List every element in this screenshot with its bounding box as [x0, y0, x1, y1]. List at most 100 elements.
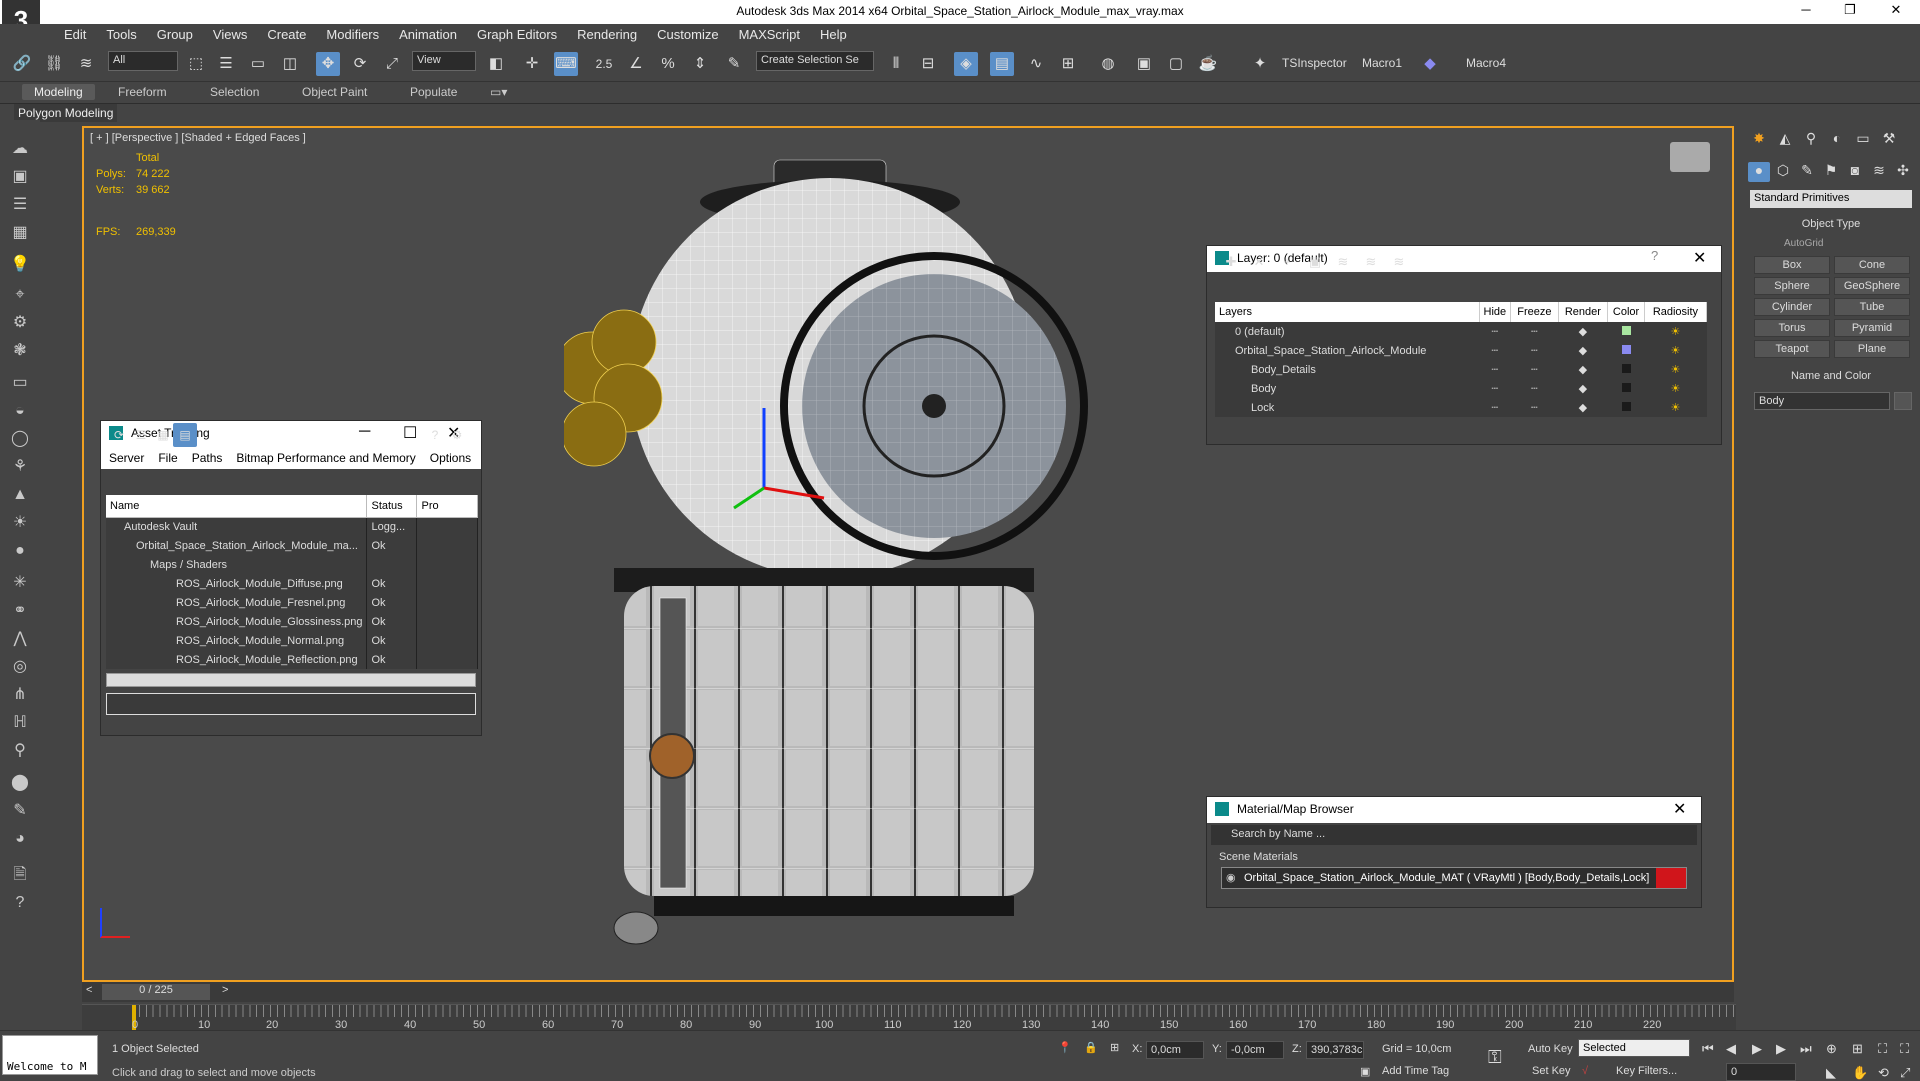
- thumbnail-icon[interactable]: ▦: [151, 423, 175, 447]
- time-slider-thumb[interactable]: 0 / 225: [102, 984, 210, 1000]
- lock-icon[interactable]: 🔒: [1084, 1041, 1098, 1054]
- lamp-icon[interactable]: ⚘: [8, 456, 32, 478]
- material-editor-icon[interactable]: ◍: [1096, 52, 1120, 76]
- light-icon[interactable]: 💡: [8, 254, 32, 276]
- cloth-icon[interactable]: ⚲: [8, 740, 32, 762]
- delete-layer-icon[interactable]: ✕: [1247, 250, 1271, 274]
- table-row[interactable]: ROS_Airlock_Module_Glossiness.png Ok: [106, 612, 478, 631]
- tripod-icon[interactable]: ⋀: [8, 628, 32, 650]
- help-button[interactable]: ?: [1651, 248, 1658, 263]
- table-row[interactable]: ROS_Airlock_Module_Reflection.png Ok: [106, 650, 478, 669]
- torus-prim-icon[interactable]: ◯: [8, 428, 32, 450]
- settings-icon[interactable]: ⚙: [445, 423, 469, 447]
- restore-button[interactable]: ❐: [1830, 2, 1870, 18]
- zoom-icon[interactable]: ⊕: [1826, 1041, 1837, 1057]
- cone-button[interactable]: Cone: [1834, 256, 1910, 274]
- cone-icon[interactable]: ▲: [8, 484, 32, 506]
- tab-modeling[interactable]: Modeling: [22, 84, 95, 100]
- absolute-mode-icon[interactable]: ⊞: [1110, 1041, 1119, 1054]
- menu-graph-editors[interactable]: Graph Editors: [467, 24, 567, 46]
- helpers-icon[interactable]: ◙: [1844, 162, 1866, 182]
- macro1-button[interactable]: Macro1: [1362, 56, 1402, 70]
- render-icon[interactable]: ▣: [8, 166, 32, 188]
- menu-modifiers[interactable]: Modifiers: [316, 24, 389, 46]
- set-key-button[interactable]: Set Key: [1532, 1065, 1571, 1077]
- maximize-icon[interactable]: ☐: [403, 423, 417, 443]
- pan-icon[interactable]: ✋: [1852, 1065, 1868, 1081]
- column-name[interactable]: Name: [106, 495, 368, 518]
- align-icon[interactable]: ⊟: [916, 52, 940, 76]
- table-row[interactable]: Maps / Shaders: [106, 555, 478, 574]
- viewcube-icon[interactable]: [1670, 142, 1710, 172]
- close-icon[interactable]: ✕: [1693, 248, 1706, 268]
- menu-animation[interactable]: Animation: [389, 24, 467, 46]
- layer-color-swatch[interactable]: [1621, 344, 1631, 354]
- object-type-header[interactable]: Object Type: [1750, 218, 1912, 230]
- airlock-module-model[interactable]: [564, 148, 1184, 958]
- table-row[interactable]: ROS_Airlock_Module_Diffuse.png Ok: [106, 574, 478, 593]
- menu-customize[interactable]: Customize: [647, 24, 728, 46]
- document-icon[interactable]: 🗎: [8, 864, 32, 886]
- highlight-icon[interactable]: ≋: [1331, 250, 1355, 274]
- close-icon[interactable]: ✕: [1673, 799, 1686, 819]
- goto-start-icon[interactable]: ⏮: [1702, 1041, 1714, 1057]
- current-frame-field[interactable]: 0: [1726, 1063, 1796, 1081]
- column-hide[interactable]: Hide: [1479, 302, 1512, 322]
- time-tag-icon[interactable]: ▣: [1360, 1065, 1370, 1078]
- torus-button[interactable]: Torus: [1754, 319, 1830, 337]
- tab-freeform[interactable]: Freeform: [118, 85, 167, 99]
- menu-create[interactable]: Create: [257, 24, 316, 46]
- box-prim-icon[interactable]: ▭: [8, 372, 32, 394]
- rect-selection-icon[interactable]: ▭: [246, 52, 270, 76]
- column-color[interactable]: Color: [1607, 302, 1645, 322]
- menu-options[interactable]: Options: [430, 451, 471, 465]
- keyboard-shortcut-icon[interactable]: ⌨: [554, 52, 578, 76]
- pivot-center-icon[interactable]: ◧: [484, 52, 508, 76]
- sphere-button[interactable]: Sphere: [1754, 277, 1830, 295]
- y-coordinate-field[interactable]: -0,0cm: [1226, 1041, 1284, 1059]
- teapot-button[interactable]: Teapot: [1754, 340, 1830, 358]
- freeze-all-icon[interactable]: ≋: [1387, 250, 1411, 274]
- select-objects-icon[interactable]: ▣: [1303, 250, 1327, 274]
- render-setup-icon[interactable]: ▣: [1132, 52, 1156, 76]
- rendered-frame-icon[interactable]: ▢: [1164, 52, 1188, 76]
- selection-filter-select[interactable]: All: [108, 51, 178, 71]
- layer-row[interactable]: Lock ┄ ┄ ◆ ☀: [1215, 398, 1707, 417]
- hierarchy-tab-icon[interactable]: ⚲: [1800, 130, 1822, 150]
- schematic-view-icon[interactable]: ⊞: [1056, 52, 1080, 76]
- layer-manager-icon[interactable]: ◈: [954, 52, 978, 76]
- menu-bitmap-performance[interactable]: Bitmap Performance and Memory: [236, 451, 415, 465]
- mirror-icon[interactable]: ⫴: [884, 52, 908, 76]
- shapes-icon[interactable]: ⬡: [1772, 162, 1794, 182]
- layer-row[interactable]: Body ┄ ┄ ◆ ☀: [1215, 379, 1707, 398]
- ball-icon[interactable]: ⬤: [8, 772, 32, 794]
- spacewarps-icon[interactable]: ≋: [1868, 162, 1890, 182]
- menu-tools[interactable]: Tools: [96, 24, 146, 46]
- snow-icon[interactable]: ✳: [8, 572, 32, 594]
- rotate-icon[interactable]: ⟳: [348, 52, 372, 76]
- help-icon[interactable]: ?: [423, 423, 447, 447]
- layer-color-swatch[interactable]: [1621, 382, 1631, 392]
- layer-color-swatch[interactable]: [1621, 325, 1631, 335]
- orbit-icon[interactable]: ⟲: [1878, 1065, 1889, 1081]
- column-status[interactable]: Status: [366, 495, 418, 518]
- tsinspector-macro[interactable]: TSInspector: [1282, 56, 1347, 70]
- fov-icon[interactable]: ◣: [1826, 1065, 1836, 1081]
- molecule-icon[interactable]: ⚭: [8, 600, 32, 622]
- paint-icon[interactable]: ◕: [8, 828, 32, 850]
- teapot-icon[interactable]: ☁: [8, 138, 32, 160]
- key-tangent-icon[interactable]: √: [1582, 1065, 1588, 1077]
- menu-file[interactable]: File: [158, 451, 177, 465]
- select-object-icon[interactable]: ⬚: [184, 52, 208, 76]
- helper-icon[interactable]: ⚙: [8, 312, 32, 334]
- box-button[interactable]: Box: [1754, 256, 1830, 274]
- coin-icon[interactable]: ●: [8, 540, 32, 562]
- object-name-field[interactable]: Body: [1754, 392, 1890, 410]
- named-selection-set-select[interactable]: Create Selection Se: [756, 51, 874, 71]
- unlink-icon[interactable]: ⛓: [42, 52, 66, 76]
- add-selection-icon[interactable]: +: [1275, 250, 1299, 274]
- column-render[interactable]: Render: [1558, 302, 1609, 322]
- table-view-icon[interactable]: ▤: [173, 423, 197, 447]
- tsinspector-icon[interactable]: ✦: [1248, 52, 1272, 76]
- object-color-swatch[interactable]: [1894, 392, 1912, 410]
